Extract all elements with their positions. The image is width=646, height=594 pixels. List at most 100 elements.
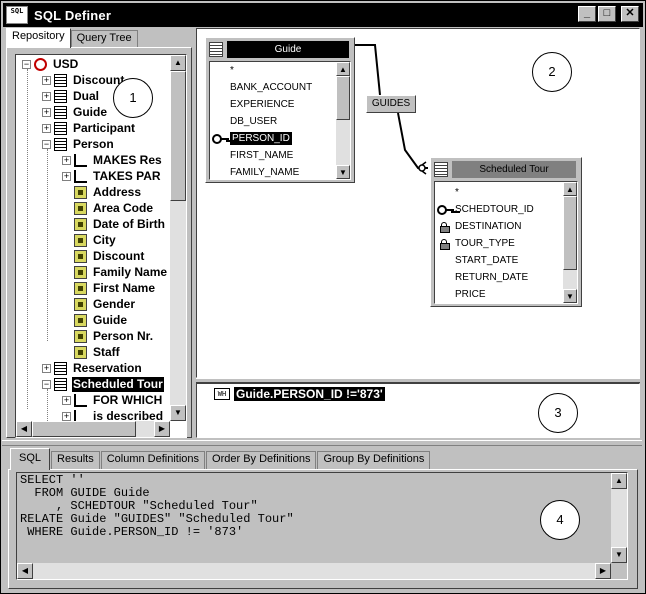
tree-item[interactable]: + FOR WHICH — [18, 393, 170, 409]
tree-item[interactable]: Staff — [18, 345, 170, 361]
tour-field-row[interactable]: DESTINATION — [435, 218, 563, 235]
hscroll-thumb[interactable] — [32, 421, 136, 437]
collapse-icon[interactable]: − — [42, 140, 51, 149]
tree-vertical-scrollbar[interactable]: ▲ ▼ — [170, 55, 186, 421]
expand-icon[interactable]: + — [62, 396, 71, 405]
scroll-down-button[interactable]: ▼ — [611, 547, 627, 563]
guide-field-row[interactable]: EXPERIENCE — [210, 96, 336, 113]
scroll-left-button[interactable]: ◀ — [16, 421, 32, 437]
tab-repository[interactable]: Repository — [6, 28, 71, 48]
column-icon — [74, 330, 87, 343]
tree-item[interactable]: Discount — [18, 249, 170, 265]
expand-icon[interactable]: + — [62, 412, 71, 421]
scroll-down-button[interactable]: ▼ — [563, 289, 577, 303]
column-icon — [74, 234, 87, 247]
scroll-left-button[interactable]: ◀ — [17, 563, 33, 579]
tree-item[interactable]: City — [18, 233, 170, 249]
expand-icon[interactable]: + — [62, 156, 71, 165]
scroll-thumb[interactable] — [336, 76, 350, 120]
tab-query-tree[interactable]: Query Tree — [70, 30, 138, 48]
tree-item-label: Area Code — [93, 201, 154, 215]
guide-entity[interactable]: Guide * BANK_ACCOUNT EXPERIENCE DB_USER PERS… — [205, 37, 355, 183]
tree-item[interactable]: − USD — [18, 57, 170, 73]
collapse-icon[interactable]: − — [22, 60, 31, 69]
tour-field-row[interactable]: START_DATE — [435, 252, 563, 269]
tab-order-by-definitions[interactable]: Order By Definitions — [206, 451, 317, 469]
guide-field-row[interactable]: * — [210, 62, 336, 79]
scroll-up-button[interactable]: ▲ — [336, 62, 350, 76]
guide-field-row[interactable]: FIRST_NAME — [210, 147, 336, 164]
guide-fields-scrollbar[interactable]: ▲ ▼ — [336, 62, 350, 179]
scroll-up-button[interactable]: ▲ — [170, 55, 186, 71]
sql-text-area[interactable]: SELECT '' FROM GUIDE Guide , SCHEDTOUR "… — [16, 472, 628, 580]
sql-horizontal-scrollbar[interactable]: ◀ ▶ — [17, 563, 611, 579]
scroll-down-button[interactable]: ▼ — [170, 405, 186, 421]
tour-field-row[interactable]: SCHEDTOUR_ID — [435, 201, 563, 218]
expand-icon[interactable]: + — [42, 92, 51, 101]
scheduled-tour-field-list: * SCHEDTOUR_ID DESTINATION TOUR_TYPE START_D… — [434, 181, 578, 304]
guide-field-row[interactable]: BANK_ACCOUNT — [210, 79, 336, 96]
table-icon — [434, 162, 448, 177]
expand-icon[interactable]: + — [42, 108, 51, 117]
tree-item[interactable]: + TAKES PAR — [18, 169, 170, 185]
tour-field-row[interactable]: RETURN_DATE — [435, 269, 563, 286]
expand-icon[interactable]: + — [42, 124, 51, 133]
tree-item[interactable]: + MAKES Res — [18, 153, 170, 169]
tree-item[interactable]: − Person — [18, 137, 170, 153]
guide-entity-title[interactable]: Guide — [227, 41, 349, 58]
minimize-button[interactable]: _ — [578, 6, 596, 22]
tree-item[interactable]: First Name — [18, 281, 170, 297]
scroll-up-button[interactable]: ▲ — [611, 473, 627, 489]
tree-item-label: Discount — [93, 249, 145, 263]
where-condition-text[interactable]: Guide.PERSON_ID !='873' — [234, 387, 385, 401]
title-bar[interactable]: SQL SQL Definer _ □ ✕ — [3, 3, 643, 27]
bottom-splitter[interactable] — [2, 440, 642, 446]
expand-icon[interactable]: + — [42, 364, 51, 373]
tree-horizontal-scrollbar[interactable]: ◀ ▶ — [16, 421, 170, 437]
column-icon — [74, 346, 87, 359]
tree-item[interactable]: Person Nr. — [18, 329, 170, 345]
tree-item[interactable]: + Reservation — [18, 361, 170, 377]
guide-field-row[interactable]: DB_USER — [210, 113, 336, 130]
guide-field-row[interactable]: FAMILY_NAME — [210, 164, 336, 179]
tour-field-row[interactable]: * — [435, 184, 563, 201]
scroll-down-button[interactable]: ▼ — [336, 165, 350, 179]
tree-item-label: USD — [53, 57, 79, 71]
expand-icon[interactable]: + — [62, 172, 71, 181]
left-tab-strip: Repository Query Tree — [6, 28, 138, 48]
tour-field-row[interactable]: TOUR_TYPE — [435, 235, 563, 252]
scroll-up-button[interactable]: ▲ — [563, 182, 577, 196]
where-condition[interactable]: WH Guide.PERSON_ID !='873' — [200, 386, 385, 402]
scheduled-tour-entity-title[interactable]: Scheduled Tour — [452, 161, 576, 178]
tab-group-by-definitions[interactable]: Group By Definitions — [317, 451, 431, 469]
guide-field-row[interactable]: PERSON_ID — [210, 130, 336, 147]
tab-results[interactable]: Results — [51, 451, 100, 469]
guides-relationship-label[interactable]: GUIDES — [366, 95, 416, 113]
tree-item-label: Guide — [73, 105, 108, 119]
tree-item[interactable]: Gender — [18, 297, 170, 313]
maximize-button[interactable]: □ — [598, 6, 616, 22]
tour-fields-scrollbar[interactable]: ▲ ▼ — [563, 182, 577, 303]
tree-item[interactable]: Area Code — [18, 201, 170, 217]
tree-item[interactable]: + Participant — [18, 121, 170, 137]
tree-item[interactable]: Address — [18, 185, 170, 201]
expand-icon[interactable]: + — [42, 76, 51, 85]
tree-item[interactable]: Family Name — [18, 265, 170, 281]
tab-sql[interactable]: SQL — [10, 448, 51, 470]
collapse-icon[interactable]: − — [42, 380, 51, 389]
scroll-right-button[interactable]: ▶ — [154, 421, 170, 437]
close-button[interactable]: ✕ — [621, 6, 639, 22]
scroll-thumb[interactable] — [170, 71, 186, 201]
sql-vertical-scrollbar[interactable]: ▲ ▼ — [611, 473, 627, 563]
tour-field-row[interactable]: PRICE — [435, 286, 563, 303]
tree-item[interactable]: − Scheduled Tour — [18, 377, 170, 393]
scroll-right-button[interactable]: ▶ — [595, 563, 611, 579]
sql-text[interactable]: SELECT '' FROM GUIDE Guide , SCHEDTOUR "… — [20, 474, 294, 539]
sql-line: WHERE Guide.PERSON_ID != '873' — [20, 525, 244, 539]
scroll-thumb[interactable] — [563, 196, 577, 270]
scheduled-tour-entity[interactable]: Scheduled Tour * SCHEDTOUR_ID DESTINATION T… — [430, 157, 582, 307]
tree-item[interactable]: Guide — [18, 313, 170, 329]
tab-column-definitions[interactable]: Column Definitions — [100, 451, 206, 469]
column-icon — [74, 250, 87, 263]
tree-item[interactable]: Date of Birth — [18, 217, 170, 233]
